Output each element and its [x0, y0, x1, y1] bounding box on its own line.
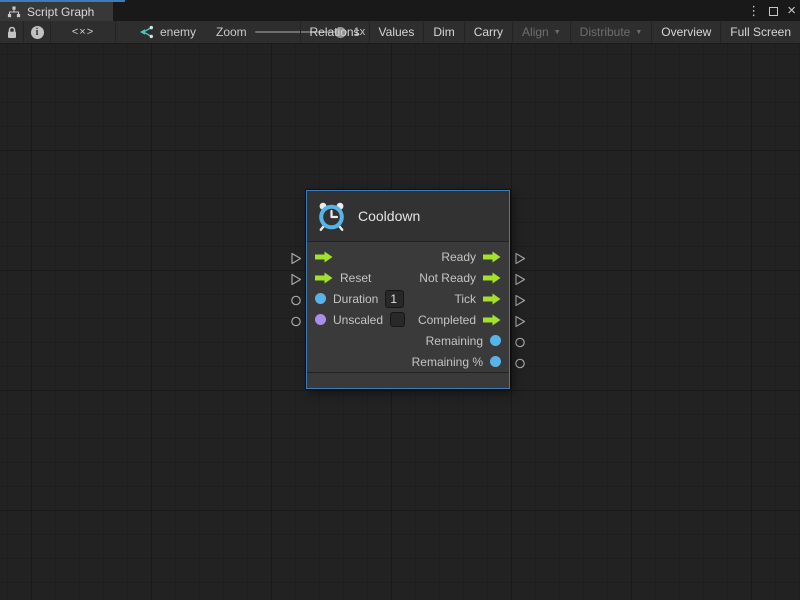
input-connector-unscaled[interactable]	[290, 315, 302, 328]
align-dropdown[interactable]: Align ▼	[512, 21, 570, 43]
dim-button[interactable]: Dim	[423, 21, 463, 43]
toolbar-buttons: Relations Values Dim Carry Align ▼ Distr…	[300, 21, 800, 43]
input-port-enter[interactable]	[315, 251, 340, 263]
input-port-unscaled[interactable]: Unscaled	[315, 312, 405, 327]
output-port-ready[interactable]: Ready	[441, 250, 501, 264]
close-icon[interactable]: ×	[787, 2, 796, 20]
graph-hierarchy-icon	[7, 6, 21, 18]
flow-port-icon	[483, 251, 501, 263]
toolbar: i <×> enemy Zoom 1x Relations Values	[0, 21, 800, 44]
value-port-icon	[315, 293, 326, 304]
node-title: Cooldown	[358, 208, 420, 224]
tab-script-graph[interactable]: Script Graph	[0, 0, 113, 21]
value-port-icon	[315, 314, 326, 325]
port-row: Duration Tick	[307, 288, 509, 309]
zoom-label: Zoom	[216, 25, 247, 39]
port-row: Remaining	[307, 330, 509, 351]
tab-title: Script Graph	[27, 5, 94, 19]
port-row: Remaining %	[307, 351, 509, 372]
cooldown-node[interactable]: Cooldown Ready	[306, 190, 510, 389]
node-header[interactable]: Cooldown	[307, 191, 509, 242]
script-graph-window: Script Graph ⋮ × i <×>	[0, 0, 800, 600]
duration-field[interactable]	[385, 290, 404, 308]
node-ports: Ready Reset	[307, 242, 509, 372]
port-row: Reset Not Ready	[307, 267, 509, 288]
distribute-dropdown[interactable]: Distribute ▼	[570, 21, 652, 43]
node-footer	[307, 372, 509, 385]
output-port-not-ready[interactable]: Not Ready	[419, 271, 501, 285]
unscaled-checkbox[interactable]	[390, 312, 405, 327]
port-row: Ready	[307, 246, 509, 267]
cooldown-node-wrap: Cooldown Ready	[306, 190, 510, 389]
overview-button[interactable]: Overview	[651, 21, 720, 43]
lock-button[interactable]	[0, 21, 23, 43]
output-port-remaining[interactable]: Remaining	[426, 334, 501, 348]
output-connector-not-ready[interactable]	[514, 273, 526, 286]
breadcrumb[interactable]: enemy	[133, 21, 202, 43]
flow-port-icon	[483, 272, 501, 284]
flow-port-icon	[315, 272, 333, 284]
input-port-duration[interactable]: Duration	[315, 290, 404, 308]
graph-canvas[interactable]: Cooldown Ready	[0, 44, 800, 600]
port-row: Unscaled Completed	[307, 309, 509, 330]
output-port-remaining-pct[interactable]: Remaining %	[412, 355, 501, 369]
values-button[interactable]: Values	[369, 21, 424, 43]
value-port-icon	[490, 335, 501, 346]
carry-button[interactable]: Carry	[464, 21, 512, 43]
flow-port-icon	[315, 251, 333, 263]
info-icon: i	[31, 26, 44, 39]
flow-graph-icon	[139, 25, 154, 39]
output-connector-ready[interactable]	[514, 252, 526, 265]
output-connector-remaining-pct[interactable]	[514, 357, 526, 370]
lock-icon	[6, 26, 18, 39]
alarm-clock-icon	[315, 200, 348, 233]
chevron-down-icon: ▼	[554, 29, 561, 36]
maximize-icon[interactable]	[769, 7, 778, 16]
input-connector-reset[interactable]	[290, 273, 302, 286]
output-connector-tick[interactable]	[514, 294, 526, 307]
output-port-tick[interactable]: Tick	[454, 292, 501, 306]
output-port-completed[interactable]: Completed	[418, 313, 501, 327]
relations-button[interactable]: Relations	[300, 21, 369, 43]
titlebar: Script Graph ⋮ ×	[0, 0, 800, 21]
fullscreen-button[interactable]: Full Screen	[720, 21, 800, 43]
flow-port-icon	[483, 293, 501, 305]
output-connector-remaining[interactable]	[514, 336, 526, 349]
value-port-icon	[490, 356, 501, 367]
input-port-reset[interactable]: Reset	[315, 271, 371, 285]
flow-port-icon	[483, 314, 501, 326]
breadcrumb-graph-name: enemy	[160, 25, 196, 39]
tab-accent	[113, 0, 125, 2]
output-connector-completed[interactable]	[514, 315, 526, 328]
window-controls: ⋮ ×	[747, 2, 796, 20]
info-button[interactable]: i	[24, 21, 50, 43]
code-icon: <×>	[72, 26, 94, 38]
toggle-inspector-button[interactable]: <×>	[51, 21, 115, 43]
input-connector-duration[interactable]	[290, 294, 302, 307]
window-menu-icon[interactable]: ⋮	[747, 2, 760, 20]
input-connector-enter[interactable]	[290, 252, 302, 265]
chevron-down-icon: ▼	[635, 29, 642, 36]
